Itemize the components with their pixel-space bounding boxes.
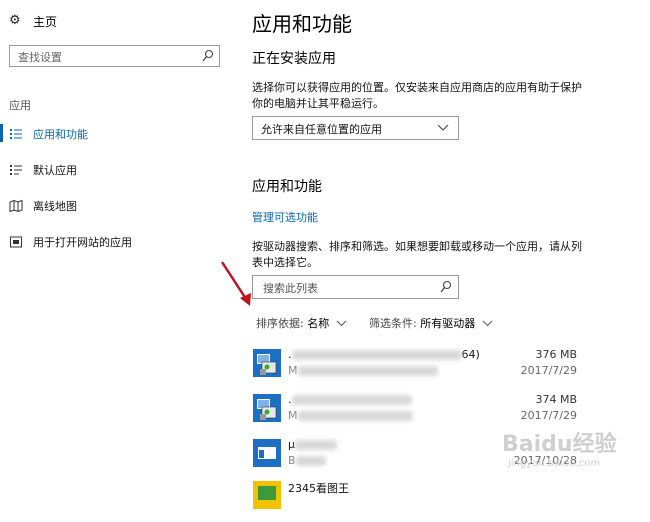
blurred-text [291,350,462,360]
app-size: 374 MB [535,393,577,406]
installing-description: 选择你可以获得应用的位置。仅安装来自应用商店的应用有助于保护你的电脑并让其平稳运… [252,81,582,110]
sidebar-item-label: 离线地图 [33,200,77,213]
active-indicator [0,124,3,142]
app-date: 2017/7/29 [520,409,577,422]
manage-optional-features-link[interactable]: 管理可选功能 [252,209,318,225]
apps-features-icon [10,129,22,139]
installer-icon [253,394,281,422]
app-name: . [288,348,292,361]
watermark: Baidu经验 jingyan.baidu.com [498,424,638,484]
filter-dropdown[interactable]: 筛选条件: 所有驱动器 [369,315,493,331]
install-source-dropdown[interactable]: 允许来自任意位置的应用 [252,116,459,140]
default-apps-icon [10,165,22,175]
app-name-suffix: 64) [461,348,480,361]
settings-search-input[interactable] [16,48,200,66]
search-icon[interactable] [440,280,452,294]
sidebar-item-label: 默认应用 [33,164,77,177]
app-list-search-input[interactable] [261,279,435,297]
sort-dropdown[interactable]: 排序依据: 名称 [256,315,347,331]
app-name: 2345看图王 [288,482,349,495]
blurred-text [297,366,438,376]
app-list-search-box[interactable] [252,275,459,299]
blurred-text [297,411,413,421]
sidebar-item-apps-features[interactable]: 应用和功能 [0,121,235,147]
sidebar-item-label: 用于打开网站的应用 [33,236,132,249]
gear-icon[interactable]: ⚙ [9,14,23,28]
annotation-arrow [220,261,251,306]
installer-icon [253,349,281,377]
filter-label: 筛选条件: [369,317,417,330]
app-name: . [288,393,292,406]
sidebar-item-label: 应用和功能 [33,128,88,141]
apps-for-websites-icon [10,236,22,248]
sort-label: 排序依据: [256,317,304,330]
search-icon[interactable] [202,49,214,63]
filter-value: 所有驱动器 [420,317,476,330]
sidebar-item-default-apps[interactable]: 默认应用 [0,157,235,183]
sidebar: ⚙ 主页 应用 应用和功能 默认应用 离线地图 [0,0,235,490]
sidebar-item-apps-for-websites[interactable]: 用于打开网站的应用 [0,229,235,255]
app-size: 376 MB [535,348,577,361]
app-date: 2017/7/29 [520,364,577,377]
app-list-item[interactable]: 2345看图王 [252,478,582,522]
watermark-sub: jingyan.baidu.com [508,458,601,469]
page-title: 应用和功能 [252,12,352,36]
blurred-text [295,440,337,450]
app-publisher: M [288,364,298,377]
chevron-down-icon [336,320,347,327]
image-viewer-icon [253,481,281,509]
app-publisher: B [288,454,296,467]
dropdown-value: 允许来自任意位置的应用 [261,123,382,136]
apps-description: 按驱动器搜索、排序和筛选。如果想要卸载或移动一个应用，请从列表中选择它。 [252,240,582,269]
sort-value: 名称 [307,317,330,330]
app-name: μ [288,438,295,451]
app-list-item[interactable]: . 64) M 376 MB 2017/7/29 [252,346,582,390]
sidebar-item-offline-maps[interactable]: 离线地图 [0,193,235,219]
installing-heading: 正在安装应用 [252,51,336,67]
chevron-down-icon [437,124,449,131]
blurred-text [291,395,412,405]
chevron-down-icon [482,320,493,327]
apps-heading: 应用和功能 [252,179,322,195]
section-label-apps: 应用 [9,99,31,112]
home-link[interactable]: 主页 [33,13,57,30]
offline-maps-icon [9,199,23,213]
window-app-icon [253,439,281,467]
settings-search-box[interactable] [9,45,220,67]
app-publisher: M [288,409,298,422]
watermark-text: Baidu经验 [502,432,617,457]
blurred-text [295,456,326,466]
